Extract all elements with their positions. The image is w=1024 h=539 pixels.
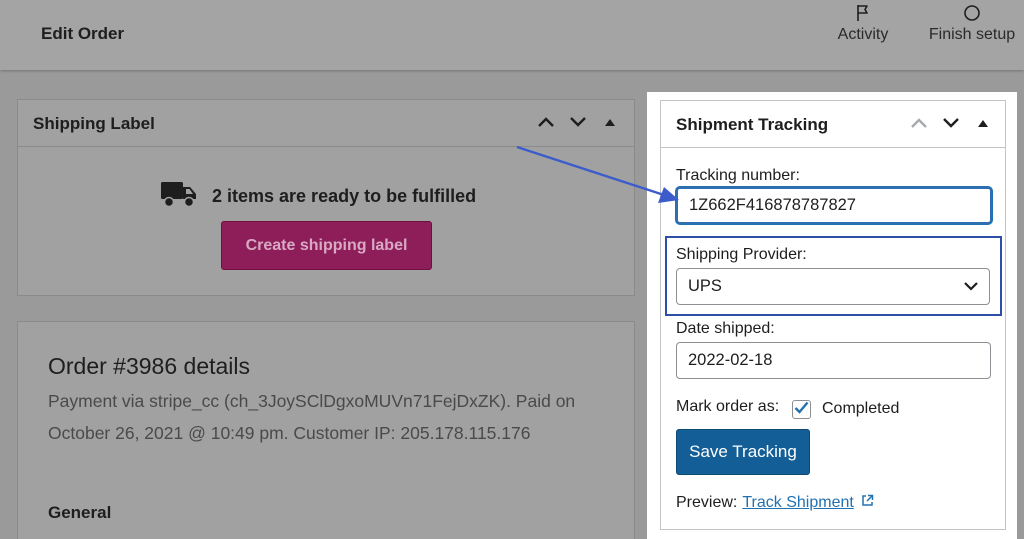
- order-details-panel: Order #3986 details Payment via stripe_c…: [17, 321, 635, 539]
- shipping-label-header: Shipping Label: [18, 100, 634, 147]
- truck-icon: [160, 179, 198, 214]
- ready-text: 2 items are ready to be fulfilled: [212, 186, 477, 206]
- page-title: Edit Order: [41, 24, 125, 43]
- shipping-label-panel: Shipping Label 2 items are ready to be f…: [17, 99, 635, 296]
- shipment-tracking-title: Shipment Tracking: [676, 115, 829, 134]
- create-shipping-label-button[interactable]: Create shipping label: [221, 221, 432, 270]
- payment-info: Payment via stripe_cc (ch_3JoySClDgxoMUV…: [48, 391, 576, 443]
- preview-label: Preview:: [676, 494, 738, 511]
- shipping-provider-select[interactable]: UPS: [676, 268, 990, 305]
- general-heading: General: [48, 503, 112, 522]
- mark-order-label: Mark order as:: [676, 398, 780, 415]
- triangle-up-icon[interactable]: [973, 113, 993, 133]
- flag-icon: [828, 4, 898, 26]
- shipping-provider-label: Shipping Provider:: [676, 246, 807, 263]
- external-link-icon: [861, 494, 874, 512]
- finish-setup-button[interactable]: Finish setup: [922, 4, 1022, 44]
- chevron-up-icon[interactable]: [909, 113, 929, 133]
- top-header: Edit Order Activity Finish setup: [0, 0, 1024, 70]
- completed-label: Completed: [822, 400, 900, 417]
- preview-row: Preview: Track Shipment: [676, 494, 874, 512]
- triangle-up-icon[interactable]: [600, 112, 620, 132]
- chevron-up-icon[interactable]: [536, 112, 556, 132]
- chevron-down-icon[interactable]: [568, 112, 588, 132]
- ready-message: 2 items are ready to be fulfilled: [160, 179, 476, 214]
- shipping-label-title: Shipping Label: [33, 114, 155, 133]
- circle-icon: [922, 4, 1022, 26]
- date-shipped-label: Date shipped:: [676, 320, 775, 337]
- shipment-tracking-header: Shipment Tracking: [661, 101, 1005, 148]
- checkmark-icon: [794, 401, 809, 419]
- shipping-provider-value: UPS: [688, 277, 722, 295]
- activity-label: Activity: [837, 26, 889, 43]
- chevron-down-icon[interactable]: [941, 113, 961, 133]
- chevron-down-icon: [963, 278, 979, 297]
- finish-setup-label: Finish setup: [928, 26, 1016, 43]
- date-shipped-input[interactable]: 2022-02-18: [676, 342, 991, 379]
- order-title: Order #3986 details: [48, 353, 251, 379]
- completed-checkbox[interactable]: [792, 400, 811, 419]
- tracking-number-input[interactable]: 1Z662F416878787827: [676, 187, 992, 224]
- tracking-number-label: Tracking number:: [676, 167, 800, 184]
- activity-button[interactable]: Activity: [828, 4, 898, 44]
- track-shipment-link[interactable]: Track Shipment: [742, 494, 853, 512]
- save-tracking-button[interactable]: Save Tracking: [676, 429, 810, 475]
